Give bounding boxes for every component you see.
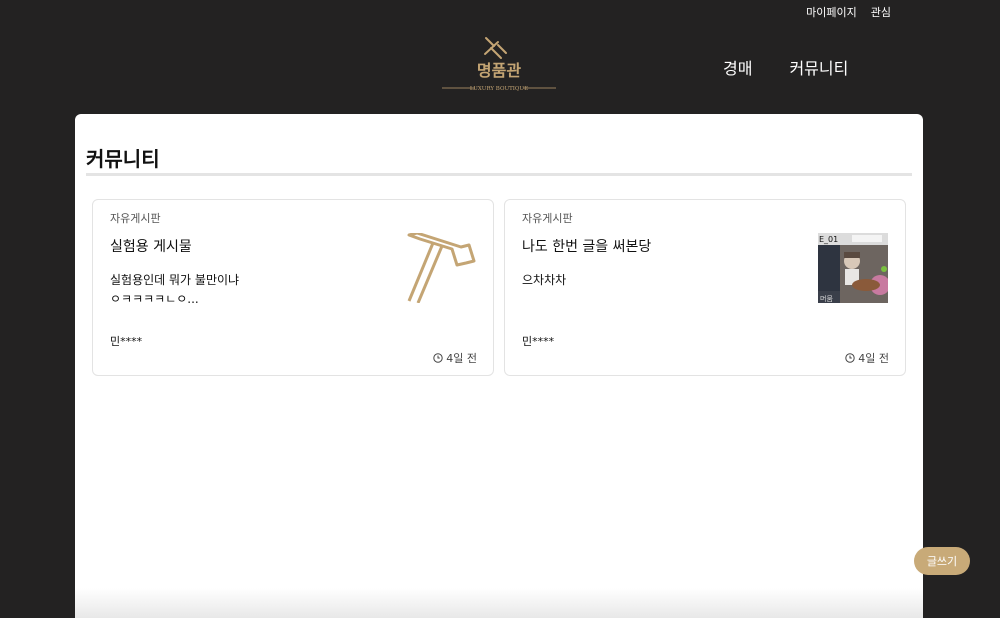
post-thumbnail: E_01 머뭄 — [818, 233, 888, 303]
post-category: 자유게시판 — [522, 212, 573, 225]
post-time: 4일 전 — [433, 350, 477, 366]
post-author: 민**** — [110, 335, 143, 348]
post-time: 4일 전 — [845, 350, 889, 366]
post-author: 민**** — [522, 335, 555, 348]
post-title: 실험용 게시물 — [110, 239, 192, 255]
svg-text:머뭄: 머뭄 — [820, 294, 833, 303]
clock-icon — [845, 353, 855, 363]
nav-auction[interactable]: 경매 — [723, 55, 752, 79]
write-post-button[interactable]: 글쓰기 — [914, 547, 970, 575]
svg-text:LUXURY BOUTIQUE: LUXURY BOUTIQUE — [470, 86, 528, 92]
post-title: 나도 한번 글을 써본당 — [522, 239, 652, 255]
site-logo[interactable]: 명품관 LUXURY BOUTIQUE — [440, 34, 558, 92]
title-divider — [86, 173, 912, 176]
page-title: 커뮤니티 — [86, 147, 160, 171]
post-excerpt: 으차차차 — [522, 273, 567, 287]
main-nav: 경매 커뮤니티 — [723, 55, 848, 79]
post-time-text: 4일 전 — [446, 352, 477, 365]
nav-community[interactable]: 커뮤니티 — [789, 55, 848, 79]
svg-text:E_01: E_01 — [819, 235, 838, 244]
post-card[interactable]: 자유게시판 나도 한번 글을 써본당 으차차차 민**** 4일 전 E_01 … — [504, 199, 906, 376]
svg-text:명품관: 명품관 — [477, 61, 521, 80]
logo-gavel-icon: 명품관 LUXURY BOUTIQUE — [442, 37, 556, 92]
bottom-fade — [75, 588, 923, 618]
post-card[interactable]: 자유게시판 실험용 게시물 실험용인데 뭐가 불만이냐 ㅇㅋㅋㅋㅋㄴㅇ... 민… — [92, 199, 494, 376]
clock-icon — [433, 353, 443, 363]
top-utility-links: 마이페이지 관심 — [806, 4, 891, 20]
post-excerpt: 실험용인데 뭐가 불만이냐 ㅇㅋㅋㅋㅋㄴㅇ... — [110, 273, 240, 306]
post-category: 자유게시판 — [110, 212, 161, 225]
post-time-text: 4일 전 — [858, 352, 889, 365]
gavel-icon — [407, 233, 476, 303]
favorites-link[interactable]: 관심 — [871, 4, 891, 20]
mypage-link[interactable]: 마이페이지 — [806, 4, 857, 20]
community-panel: 커뮤니티 자유게시판 실험용 게시물 실험용인데 뭐가 불만이냐 ㅇㅋㅋㅋㅋㄴㅇ… — [75, 114, 923, 618]
